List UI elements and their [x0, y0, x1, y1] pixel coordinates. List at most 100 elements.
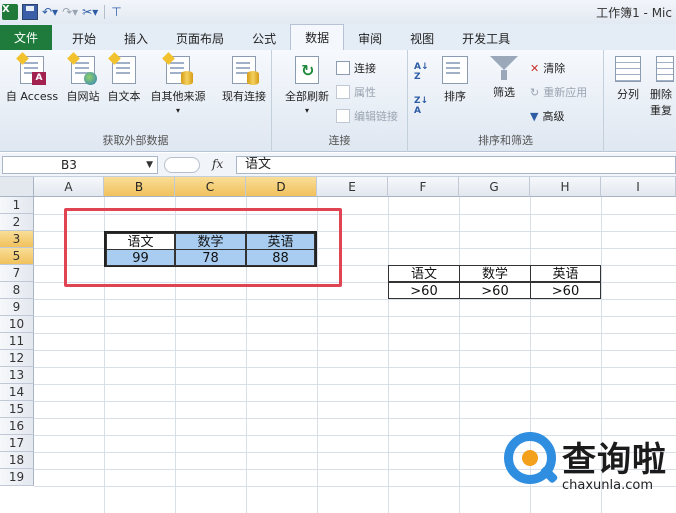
- filter-button[interactable]: 筛选: [486, 56, 522, 100]
- edit-links-button[interactable]: 编辑链接: [336, 108, 398, 124]
- tab-data[interactable]: 数据: [290, 24, 345, 50]
- row-header[interactable]: 17: [0, 435, 34, 452]
- cell-g8[interactable]: >60: [459, 282, 531, 299]
- row-header[interactable]: 14: [0, 384, 34, 401]
- group-external-data: A 自 Access 自网站 自文本 自其他来源 ▾ 现有连接 获取外部数据: [0, 50, 272, 152]
- gridline: [34, 299, 676, 300]
- formula-bar-handle[interactable]: [164, 157, 200, 173]
- properties-label: 属性: [354, 86, 376, 99]
- tools-icon[interactable]: ✂▾: [82, 5, 98, 19]
- sort-descending-button[interactable]: Z↓ A: [414, 96, 436, 122]
- column-header-g[interactable]: G: [459, 177, 530, 197]
- row-header[interactable]: 8: [0, 282, 34, 299]
- undo-icon[interactable]: ↶▾: [42, 5, 58, 19]
- access-icon: A: [16, 52, 46, 85]
- row-header[interactable]: 2: [0, 214, 34, 231]
- save-icon[interactable]: [22, 4, 38, 20]
- connections-label: 连接: [354, 62, 376, 75]
- tab-review[interactable]: 审阅: [344, 26, 396, 50]
- tab-developer[interactable]: 开发工具: [448, 26, 524, 50]
- reapply-button[interactable]: ↻ 重新应用: [530, 84, 587, 100]
- sort-ascending-button[interactable]: A↓ Z: [414, 62, 436, 88]
- row-header[interactable]: 9: [0, 299, 34, 316]
- ribbon: A 自 Access 自网站 自文本 自其他来源 ▾ 现有连接 获取外部数据 全…: [0, 50, 676, 152]
- redo-icon[interactable]: ↷▾: [62, 5, 78, 19]
- edit-links-label: 编辑链接: [354, 110, 398, 123]
- connections-button[interactable]: 连接: [336, 60, 376, 76]
- excel-logo-icon[interactable]: X: [2, 4, 18, 20]
- group-sort-filter: A↓ Z Z↓ A 排序 筛选 ✕ 清除 ↻ 重新应用 ▼ 高级 排序和筛选: [408, 50, 604, 152]
- row-header[interactable]: 16: [0, 418, 34, 435]
- row-header[interactable]: 13: [0, 367, 34, 384]
- gridline: [34, 350, 676, 351]
- row-header[interactable]: 11: [0, 333, 34, 350]
- properties-button[interactable]: 属性: [336, 84, 376, 100]
- tab-view[interactable]: 视图: [396, 26, 448, 50]
- gridline: [34, 401, 676, 402]
- column-header-c[interactable]: C: [175, 177, 246, 197]
- column-header-i[interactable]: I: [601, 177, 676, 197]
- customize-qat-icon[interactable]: ⊤: [111, 5, 121, 19]
- tab-home[interactable]: 开始: [58, 26, 110, 50]
- watermark-text: 查询啦: [562, 440, 667, 480]
- group-external-label: 获取外部数据: [102, 134, 169, 147]
- text-to-columns-button[interactable]: 分列: [610, 56, 646, 102]
- sort-button[interactable]: 排序: [440, 56, 470, 104]
- watermark-logo: 查询啦 chaxunla.com: [500, 430, 676, 513]
- row-header[interactable]: 15: [0, 401, 34, 418]
- column-header-f[interactable]: F: [388, 177, 459, 197]
- from-text-button[interactable]: 自文本: [104, 52, 144, 104]
- remove-duplicates-icon: [656, 56, 674, 82]
- tab-insert[interactable]: 插入: [110, 26, 162, 50]
- refresh-all-label: 全部刷新: [285, 90, 329, 103]
- row-header[interactable]: 1: [0, 197, 34, 214]
- tab-page-layout[interactable]: 页面布局: [162, 26, 238, 50]
- from-web-button[interactable]: 自网站: [64, 52, 102, 104]
- cell-f7[interactable]: 语文: [388, 265, 460, 282]
- other-sources-dropdown-icon: ▾: [175, 106, 180, 115]
- select-all-corner[interactable]: [0, 177, 34, 197]
- ribbon-tabs: 文件 开始 插入 页面布局 公式 数据 审阅 视图 开发工具: [0, 24, 676, 50]
- text-to-columns-label: 分列: [617, 88, 639, 101]
- row-header[interactable]: 12: [0, 350, 34, 367]
- row-header[interactable]: 5: [0, 248, 34, 265]
- clear-filter-button[interactable]: ✕ 清除: [530, 60, 565, 76]
- from-access-label: 自 Access: [5, 90, 59, 103]
- formula-input[interactable]: 语文: [236, 156, 676, 174]
- row-header[interactable]: 18: [0, 452, 34, 469]
- from-other-sources-button[interactable]: 自其他来源 ▾: [146, 52, 210, 115]
- cell-g7[interactable]: 数学: [459, 265, 531, 282]
- tab-formulas[interactable]: 公式: [238, 26, 290, 50]
- sort-az-icon: A↓ Z: [414, 62, 429, 82]
- group-connections: 全部刷新 ▾ 连接 属性 编辑链接 连接: [272, 50, 408, 152]
- column-header-b[interactable]: B: [104, 177, 175, 197]
- properties-icon: [336, 85, 350, 99]
- connections-icon: [336, 61, 350, 75]
- name-box-dropdown-icon[interactable]: ▼: [146, 157, 153, 173]
- tab-file[interactable]: 文件: [0, 25, 53, 50]
- advanced-filter-button[interactable]: ▼ 高级: [530, 108, 564, 124]
- cell-h8[interactable]: >60: [530, 282, 601, 299]
- row-header[interactable]: 3: [0, 231, 34, 248]
- sort-icon: [442, 56, 468, 84]
- existing-connections-button[interactable]: 现有连接: [218, 56, 270, 104]
- cell-h7[interactable]: 英语: [530, 265, 601, 282]
- refresh-icon: [295, 56, 319, 84]
- insert-function-icon[interactable]: fx: [212, 157, 223, 171]
- row-header[interactable]: 19: [0, 469, 34, 486]
- column-header-e[interactable]: E: [317, 177, 388, 197]
- title-bar: X ↶▾ ↷▾ ✂▾ ⊤ 工作簿1 - Mic: [0, 0, 676, 24]
- row-header[interactable]: 10: [0, 316, 34, 333]
- column-header-h[interactable]: H: [530, 177, 601, 197]
- refresh-all-button[interactable]: 全部刷新 ▾: [280, 56, 334, 115]
- row-header[interactable]: 7: [0, 265, 34, 282]
- from-access-button[interactable]: A 自 Access: [2, 52, 62, 104]
- reapply-label: 重新应用: [543, 86, 588, 99]
- column-header-a[interactable]: A: [34, 177, 104, 197]
- watermark-tail: [539, 464, 559, 485]
- cell-f8[interactable]: >60: [388, 282, 460, 299]
- remove-duplicates-button[interactable]: 删除 重复: [650, 56, 676, 118]
- name-box[interactable]: B3 ▼: [2, 156, 158, 174]
- column-header-d[interactable]: D: [246, 177, 317, 197]
- window-title: 工作簿1 - Mic: [596, 6, 672, 20]
